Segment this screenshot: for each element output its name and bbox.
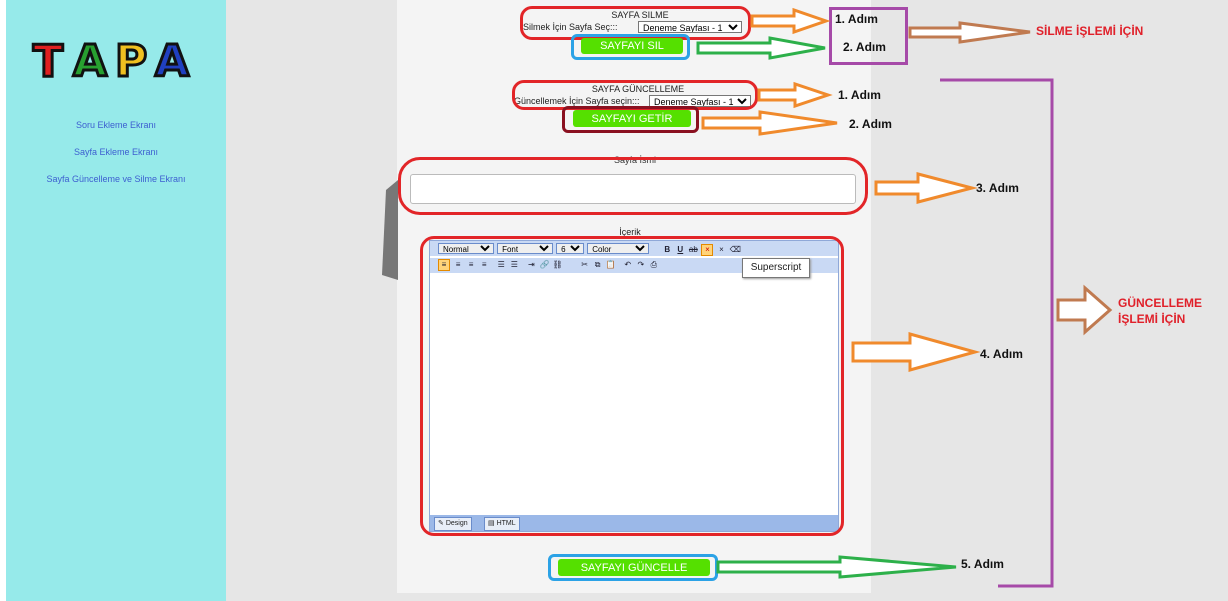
- arrow-update-note: [1056, 284, 1113, 336]
- step5-label: 5. Adım: [961, 557, 1004, 571]
- delete-note: SİLME İŞLEMİ İÇİN: [1036, 24, 1144, 38]
- step2-update-label: 2. Adım: [849, 117, 892, 131]
- arrow-delete-step1: [750, 7, 831, 35]
- update-bracket: [940, 78, 1054, 588]
- arrow-update-step2: [701, 110, 838, 136]
- update-note-line1: GÜNCELLEME: [1118, 296, 1202, 310]
- arrow-step5: [716, 555, 957, 579]
- arrow-step4: [851, 332, 981, 372]
- update-note-line2: İŞLEMİ İÇİN: [1118, 312, 1186, 326]
- arrow-step3: [874, 172, 978, 204]
- arrow-update-step1: [757, 81, 833, 109]
- step3-label: 3. Adım: [976, 181, 1019, 195]
- arrow-delete-note: [908, 21, 1031, 44]
- step2-delete-label: 2. Adım: [843, 40, 886, 54]
- step4-label: 4. Adım: [980, 347, 1023, 361]
- step1-delete-label: 1. Adım: [835, 12, 878, 26]
- arrow-delete-step2: [696, 36, 826, 60]
- step1-update-label: 1. Adım: [838, 88, 881, 102]
- annotation-arrows: [696, 7, 1113, 588]
